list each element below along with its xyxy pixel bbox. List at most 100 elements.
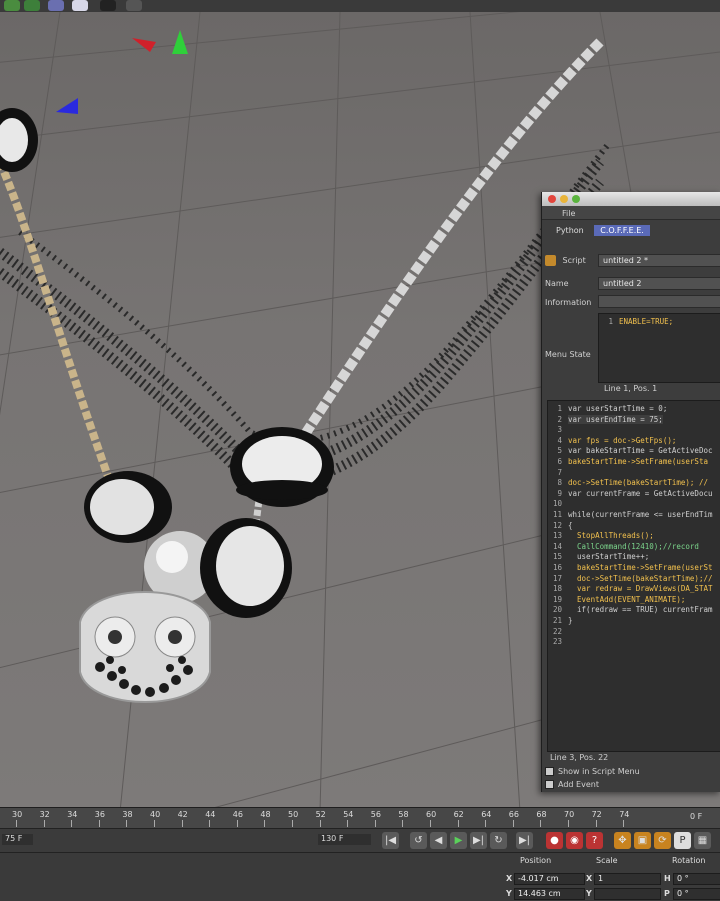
- owl-pendant: [79, 591, 211, 703]
- timeline-tick-mark: [126, 820, 128, 827]
- next-frame-icon[interactable]: ▶|: [470, 832, 487, 849]
- script-label: Script: [562, 256, 586, 265]
- timeline-tick-label: 46: [232, 810, 243, 819]
- code-editor[interactable]: 1 var userStartTime = 0; 2 var userEndTime …: [547, 400, 720, 752]
- playback-bar: 75 F 130 F |◀ ↺ ◀ ▶ ▶| ↻ ▶| ● ◉ ? ✥ ▣ ⟳ …: [0, 828, 720, 853]
- checkbox-icon: [545, 767, 554, 776]
- timeline-tick-mark: [430, 820, 431, 827]
- add-event-checkbox[interactable]: Add Event: [545, 780, 599, 789]
- record-icon[interactable]: ●: [546, 832, 563, 849]
- menu-state-editor[interactable]: 1 ENABLE=TRUE;: [598, 313, 720, 383]
- timeline-tick-mark: [402, 820, 404, 827]
- start-frame-field[interactable]: 75 F: [2, 834, 33, 845]
- autokey-icon[interactable]: ◉: [566, 832, 583, 849]
- rot-h-field[interactable]: 0 °: [673, 873, 720, 885]
- timeline-tick-mark: [154, 820, 155, 827]
- line-number: 19: [552, 594, 562, 604]
- menu-file[interactable]: File: [562, 209, 575, 218]
- line-number: 2: [557, 414, 562, 424]
- next-key-icon[interactable]: ↻: [490, 832, 507, 849]
- close-icon[interactable]: [548, 195, 556, 203]
- code-line: userStartTime++;: [568, 552, 650, 562]
- script-select[interactable]: untitled 2 *: [598, 254, 720, 267]
- tab-coffee[interactable]: C.O.F.F.E.E.: [594, 225, 650, 236]
- code-line: var currentFrame = GetActiveDocu: [568, 488, 713, 498]
- code-line: EventAdd(EVENT_ANIMATE);: [568, 594, 686, 604]
- line-number: 5: [557, 446, 562, 456]
- add-event-label: Add Event: [558, 780, 599, 789]
- render-icon[interactable]: [4, 0, 20, 11]
- scene-icon[interactable]: [72, 0, 88, 11]
- deformer-icon[interactable]: [48, 0, 64, 11]
- timeline-tick-label: 34: [67, 810, 78, 819]
- pos-y-field[interactable]: 14.463 cm: [514, 888, 585, 900]
- code-line: var bakeStartTime = GetActiveDoc: [568, 446, 713, 456]
- language-tabs: Python C.O.F.F.E.E.: [550, 225, 652, 236]
- line-number: 11: [552, 510, 562, 519]
- pos-x-field[interactable]: -4.017 cm: [514, 873, 585, 885]
- bead-right: [230, 427, 334, 507]
- rotate-key-icon[interactable]: ⟳: [654, 832, 671, 849]
- play-icon[interactable]: ▶: [450, 832, 467, 849]
- go-to-end-icon[interactable]: ▶|: [516, 832, 533, 849]
- scale-x-field[interactable]: 1: [594, 873, 661, 885]
- code-line: CallCommand(12410);//record: [568, 541, 699, 551]
- code-line: var userStartTime = 0;: [568, 404, 668, 413]
- timeline-tick-label: 70: [564, 810, 575, 819]
- timeline-tick-label: 62: [453, 810, 464, 819]
- axis-z-arrow: [56, 98, 78, 114]
- tab-python[interactable]: Python: [550, 225, 590, 236]
- information-field[interactable]: [598, 295, 720, 308]
- code-line: if(redraw == TRUE) currentFram: [568, 605, 713, 615]
- timeline-tick-mark: [540, 820, 542, 827]
- show-in-menu-checkbox[interactable]: Show in Script Menu: [545, 767, 640, 776]
- timeline-tick-label: 36: [94, 810, 105, 819]
- timeline-tick-label: 66: [508, 810, 519, 819]
- more-icon[interactable]: [126, 0, 142, 11]
- script-manager-window: File Python C.O.F.F.E.E. Script untitled…: [541, 192, 720, 792]
- timeline-tick-label: 72: [591, 810, 602, 819]
- prev-frame-icon[interactable]: ◀: [430, 832, 447, 849]
- timeline-tick-mark: [595, 820, 597, 827]
- menu-state-code: ENABLE=TRUE;: [619, 317, 674, 326]
- go-to-start-icon[interactable]: |◀: [382, 832, 399, 849]
- timeline-tick-label: 58: [398, 810, 409, 819]
- scale-y-field[interactable]: [594, 888, 661, 900]
- checkbox-icon: [545, 780, 554, 789]
- timeline-tick-label: 68: [536, 810, 547, 819]
- minimize-icon[interactable]: [560, 195, 568, 203]
- name-field[interactable]: untitled 2: [598, 277, 720, 290]
- menu-state-label: Menu State: [545, 350, 591, 359]
- keyframe-help-icon[interactable]: ?: [586, 832, 603, 849]
- zoom-icon[interactable]: [572, 195, 580, 203]
- show-in-menu-label: Show in Script Menu: [558, 767, 640, 776]
- end-frame-field[interactable]: 130 F: [318, 834, 371, 845]
- pos-y-axis: Y: [506, 889, 512, 898]
- code-line: var redraw = DrawViews(DA_STAT: [568, 584, 713, 594]
- window-titlebar[interactable]: [542, 192, 720, 206]
- name-label: Name: [545, 279, 569, 288]
- code-line: StopAllThreads();: [568, 531, 654, 541]
- grid-key-icon[interactable]: ▦: [694, 832, 711, 849]
- code-line: var fps = doc->GetFps();: [568, 435, 677, 445]
- timeline-tick-label: 32: [39, 810, 50, 819]
- line-number: 9: [557, 488, 562, 498]
- scale-key-icon[interactable]: ▣: [634, 832, 651, 849]
- prev-key-icon[interactable]: ↺: [410, 832, 427, 849]
- camera-icon[interactable]: [100, 0, 116, 11]
- move-key-icon[interactable]: ✥: [614, 832, 631, 849]
- rot-p-field[interactable]: 0 °: [673, 888, 720, 900]
- menu-state-status: Line 1, Pos. 1: [604, 384, 658, 393]
- editor-status: Line 3, Pos. 22: [550, 753, 609, 762]
- information-label: Information: [545, 298, 592, 307]
- rot-h-axis: H: [664, 874, 671, 883]
- scale-y-axis: Y: [586, 889, 592, 898]
- render-settings-icon[interactable]: [24, 0, 40, 11]
- line-number: 22: [552, 626, 562, 636]
- code-line: doc->SetTime(bakeStartTime); //: [568, 478, 708, 488]
- timeline-tick-mark: [457, 820, 459, 827]
- timeline-tick-label: 42: [177, 810, 188, 819]
- line-number: 15: [552, 552, 562, 562]
- param-key-icon[interactable]: P: [674, 832, 691, 849]
- timeline-ruler[interactable]: 0 F 30 32 34 36 38 40 42 44 46 48 50 52 54 56 58 60 62 64…: [0, 807, 720, 828]
